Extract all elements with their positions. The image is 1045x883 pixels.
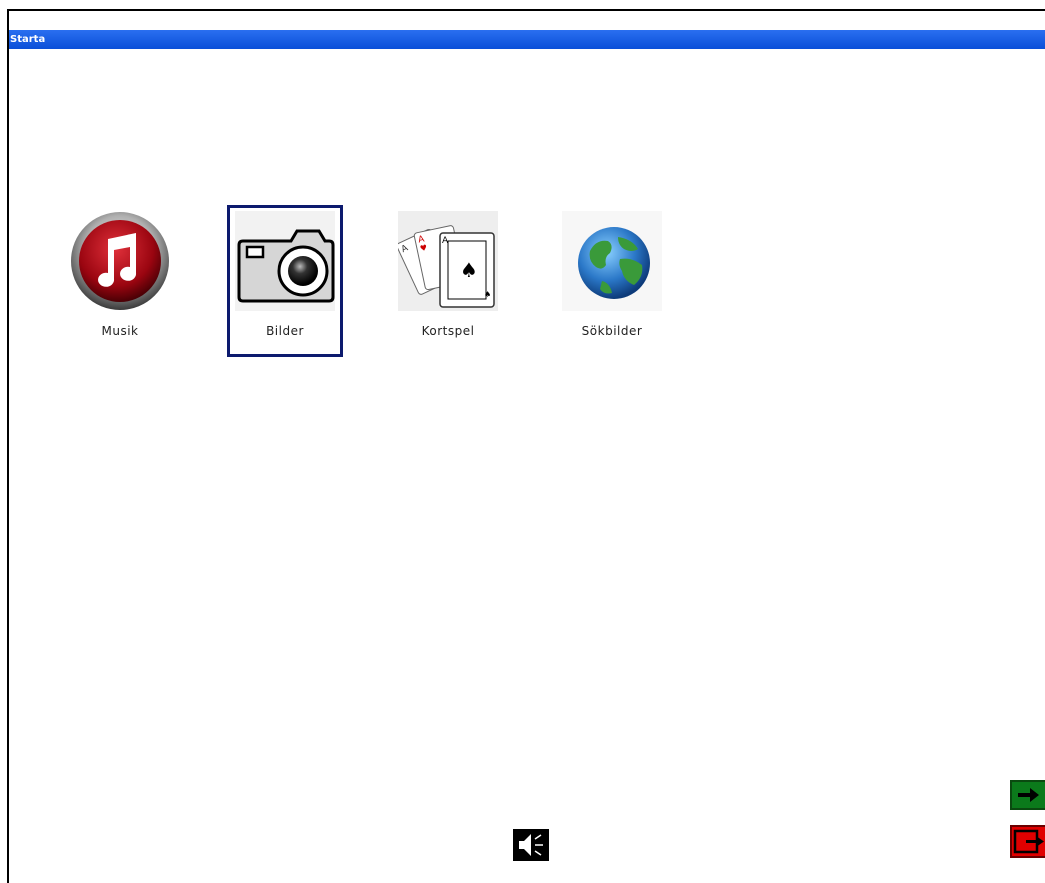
exit-icon	[1013, 829, 1044, 854]
app-label: Sökbilder	[581, 324, 643, 338]
window-frame-left	[7, 9, 9, 883]
window-title: Starta	[10, 34, 46, 45]
globe-icon	[562, 211, 662, 311]
next-button[interactable]	[1010, 780, 1045, 810]
svg-text:A: A	[442, 236, 449, 246]
window-frame-top	[7, 9, 1045, 11]
app-label: Musik	[101, 324, 139, 338]
speaker-icon	[519, 834, 543, 856]
exit-button[interactable]	[1010, 825, 1045, 858]
camera-icon	[235, 211, 335, 311]
app-tile-bilder[interactable]: Bilder	[227, 205, 343, 357]
app-label: Bilder	[266, 324, 304, 338]
playing-cards-icon: A A ♥ A ♠ ♠	[396, 211, 498, 311]
app-label: Kortspel	[421, 324, 475, 338]
app-tile-sokbilder[interactable]: Sökbilder	[554, 205, 670, 357]
svg-text:♠: ♠	[484, 290, 491, 299]
music-note-icon	[70, 211, 170, 311]
arrow-right-icon	[1018, 788, 1039, 802]
window-titlebar: Starta	[9, 30, 1045, 49]
app-tile-musik[interactable]: Musik	[62, 205, 178, 357]
sound-button[interactable]	[513, 829, 549, 861]
app-tile-kortspel[interactable]: A A ♥ A ♠ ♠ Kortspel	[390, 205, 506, 357]
svg-text:♠: ♠	[460, 258, 478, 282]
